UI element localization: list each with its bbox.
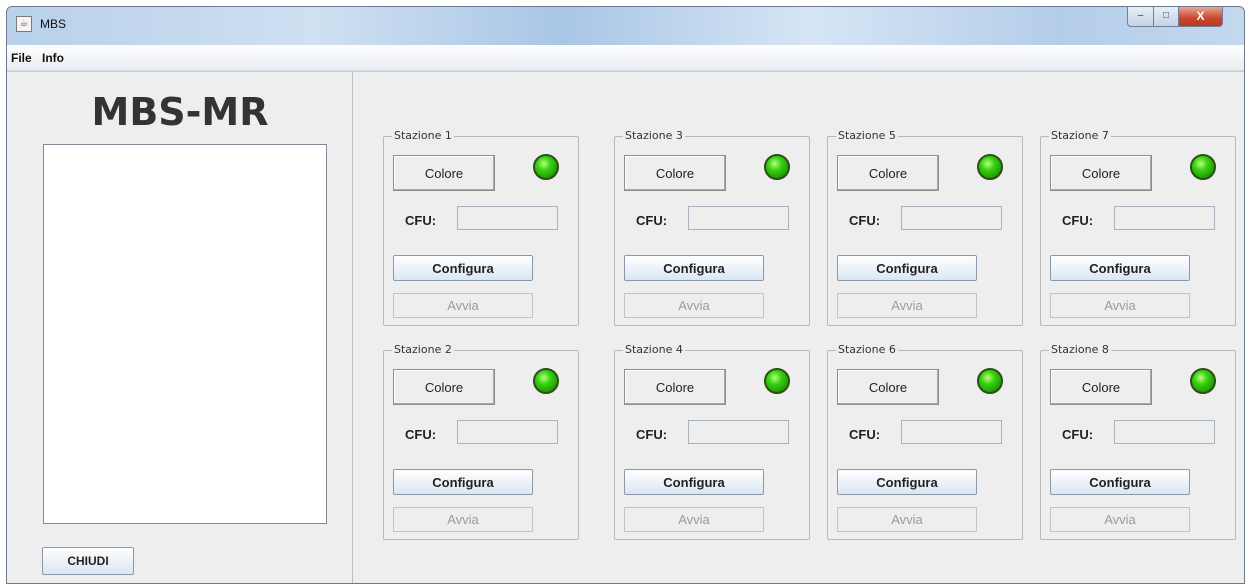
- station-panel-2: Stazione 2 Colore CFU: Configura Avvia: [383, 343, 579, 540]
- cfu-label: CFU:: [636, 213, 668, 228]
- colore-button[interactable]: Colore: [624, 155, 726, 191]
- cfu-field[interactable]: [1114, 206, 1215, 230]
- station-panel-3: Stazione 3 Colore CFU: Configura Avvia: [614, 129, 810, 326]
- minimize-button[interactable]: –: [1127, 7, 1154, 27]
- configura-button[interactable]: Configura: [624, 469, 764, 495]
- colore-button[interactable]: Colore: [393, 155, 495, 191]
- configura-button[interactable]: Configura: [393, 469, 533, 495]
- station-panel-7: Stazione 7 Colore CFU: Configura Avvia: [1040, 129, 1236, 326]
- station-title: Stazione 7: [1049, 129, 1111, 142]
- cfu-label: CFU:: [1062, 427, 1094, 442]
- cfu-field[interactable]: [457, 420, 558, 444]
- colore-button[interactable]: Colore: [837, 369, 939, 405]
- menu-file[interactable]: File: [11, 51, 32, 65]
- app-window: ☕ MBS – □ X File Info MBS-MR CHIUDI Staz…: [6, 6, 1245, 584]
- configura-button[interactable]: Configura: [1050, 469, 1190, 495]
- cfu-field[interactable]: [901, 420, 1002, 444]
- station-title: Stazione 3: [623, 129, 685, 142]
- menu-bar: File Info: [7, 45, 1244, 71]
- station-panel-5: Stazione 5 Colore CFU: Configura Avvia: [827, 129, 1023, 326]
- cfu-label: CFU:: [849, 213, 881, 228]
- cfu-label: CFU:: [405, 427, 437, 442]
- configura-button[interactable]: Configura: [624, 255, 764, 281]
- colore-button[interactable]: Colore: [393, 369, 495, 405]
- status-led-icon: [764, 368, 790, 394]
- cfu-field[interactable]: [688, 206, 789, 230]
- station-title: Stazione 8: [1049, 343, 1111, 356]
- configura-button[interactable]: Configura: [837, 255, 977, 281]
- log-text-area[interactable]: [43, 144, 327, 524]
- colore-button[interactable]: Colore: [837, 155, 939, 191]
- colore-button[interactable]: Colore: [1050, 369, 1152, 405]
- station-panel-6: Stazione 6 Colore CFU: Configura Avvia: [827, 343, 1023, 540]
- cfu-field[interactable]: [457, 206, 558, 230]
- avvia-button[interactable]: Avvia: [1050, 293, 1190, 318]
- cfu-field[interactable]: [901, 206, 1002, 230]
- configura-button[interactable]: Configura: [837, 469, 977, 495]
- configura-button[interactable]: Configura: [393, 255, 533, 281]
- chiudi-button[interactable]: CHIUDI: [42, 547, 134, 575]
- station-title: Stazione 5: [836, 129, 898, 142]
- avvia-button[interactable]: Avvia: [393, 293, 533, 318]
- maximize-button[interactable]: □: [1153, 7, 1179, 27]
- avvia-button[interactable]: Avvia: [1050, 507, 1190, 532]
- station-panel-8: Stazione 8 Colore CFU: Configura Avvia: [1040, 343, 1236, 540]
- cfu-field[interactable]: [1114, 420, 1215, 444]
- close-button[interactable]: X: [1178, 7, 1223, 27]
- title-bar[interactable]: ☕ MBS – □ X: [7, 7, 1244, 45]
- avvia-button[interactable]: Avvia: [624, 507, 764, 532]
- colore-button[interactable]: Colore: [1050, 155, 1152, 191]
- status-led-icon: [533, 154, 559, 180]
- status-led-icon: [1190, 154, 1216, 180]
- status-led-icon: [977, 368, 1003, 394]
- main-content: MBS-MR CHIUDI Stazione 1 Colore CFU: Con…: [7, 72, 1244, 583]
- station-title: Stazione 2: [392, 343, 454, 356]
- configura-button[interactable]: Configura: [1050, 255, 1190, 281]
- avvia-button[interactable]: Avvia: [837, 507, 977, 532]
- station-title: Stazione 1: [392, 129, 454, 142]
- app-heading: MBS-MR: [91, 90, 269, 134]
- java-cup-icon[interactable]: ☕: [16, 16, 32, 32]
- cfu-label: CFU:: [405, 213, 437, 228]
- station-panel-4: Stazione 4 Colore CFU: Configura Avvia: [614, 343, 810, 540]
- window-title: MBS: [40, 17, 67, 31]
- left-panel: MBS-MR CHIUDI: [7, 72, 353, 583]
- status-led-icon: [977, 154, 1003, 180]
- avvia-button[interactable]: Avvia: [393, 507, 533, 532]
- status-led-icon: [764, 154, 790, 180]
- avvia-button[interactable]: Avvia: [837, 293, 977, 318]
- colore-button[interactable]: Colore: [624, 369, 726, 405]
- cfu-label: CFU:: [1062, 213, 1094, 228]
- cfu-label: CFU:: [636, 427, 668, 442]
- station-title: Stazione 4: [623, 343, 685, 356]
- station-title: Stazione 6: [836, 343, 898, 356]
- avvia-button[interactable]: Avvia: [624, 293, 764, 318]
- status-led-icon: [533, 368, 559, 394]
- menu-info[interactable]: Info: [42, 51, 64, 65]
- station-panel-1: Stazione 1 Colore CFU: Configura Avvia: [383, 129, 579, 326]
- cfu-label: CFU:: [849, 427, 881, 442]
- status-led-icon: [1190, 368, 1216, 394]
- cfu-field[interactable]: [688, 420, 789, 444]
